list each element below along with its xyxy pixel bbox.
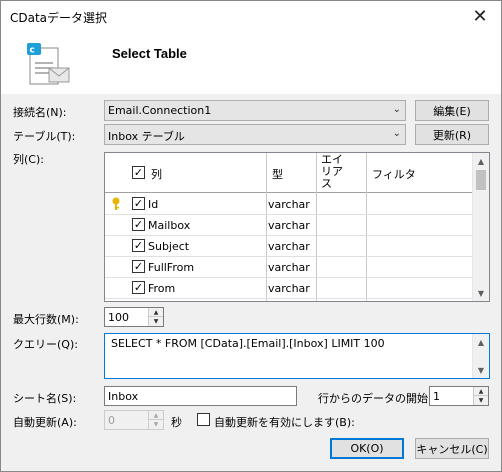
max-rows-value: 100: [108, 311, 129, 324]
row-checkbox[interactable]: ✓: [132, 197, 145, 210]
seconds-unit: 秒: [171, 416, 182, 429]
auto-refresh-label: 自動更新(A):: [13, 416, 77, 429]
auto-refresh-enable-label: 自動更新を有効にします(B):: [214, 416, 355, 429]
ok-button[interactable]: OK(O): [330, 438, 404, 459]
connection-value: Email.Connection1: [108, 104, 212, 117]
cancel-button[interactable]: キャンセル(C): [415, 438, 489, 459]
start-row-value: 1: [433, 390, 440, 403]
sheet-name-value: Inbox: [108, 390, 139, 403]
scroll-up-icon[interactable]: ▲: [473, 334, 489, 350]
spin-down-icon[interactable]: ▼: [474, 396, 488, 405]
scroll-down-icon[interactable]: ▼: [473, 285, 489, 301]
query-text: SELECT * FROM [CData].[Email].[Inbox] LI…: [111, 337, 385, 350]
row-type: varchar: [268, 219, 310, 232]
row-column-name: Subject: [148, 240, 190, 253]
sheet-name-input[interactable]: Inbox: [104, 386, 297, 406]
dialog-header: c Select Table: [1, 32, 501, 94]
grid-scrollbar[interactable]: ▲ ▼: [472, 153, 489, 301]
spin-up-icon: ▲: [149, 411, 163, 420]
table-row[interactable]: ✓ Id varchar: [105, 194, 473, 215]
row-checkbox[interactable]: ✓: [132, 239, 145, 252]
row-checkbox[interactable]: ✓: [132, 281, 145, 294]
row-column-name: From: [148, 282, 176, 295]
start-row-label: 行からのデータの開始: [318, 392, 428, 405]
row-column-name: Id: [148, 198, 159, 211]
grid-header: ✓ 列 型 エイリアス フィルタ: [105, 153, 473, 193]
close-button[interactable]: ✕: [463, 1, 497, 31]
auto-refresh-checkbox[interactable]: [197, 413, 210, 426]
connection-label: 接続名(N):: [13, 106, 67, 119]
scroll-thumb[interactable]: [476, 170, 486, 190]
table-select[interactable]: Inbox テーブル ⌄: [104, 124, 406, 145]
max-rows-stepper[interactable]: 100 ▲ ▼: [104, 307, 164, 327]
header-alias: エイリアス: [321, 153, 343, 190]
spin-down-icon: ▼: [153, 421, 159, 428]
query-label: クエリー(Q):: [13, 338, 78, 351]
table-row[interactable]: ✓ Mailbox varchar: [105, 215, 473, 236]
query-scrollbar[interactable]: ▲ ▼: [472, 334, 489, 378]
scroll-down-icon[interactable]: ▼: [473, 362, 489, 378]
select-all-checkbox[interactable]: ✓: [132, 166, 145, 179]
columns-label: 列(C):: [13, 153, 44, 166]
connection-select[interactable]: Email.Connection1 ⌄: [104, 100, 406, 121]
spin-up-icon[interactable]: ▲: [149, 308, 163, 317]
header-column: 列: [151, 168, 162, 181]
auto-refresh-spin: ▲ ▼: [148, 411, 163, 429]
auto-refresh-value: 0: [108, 414, 115, 427]
window-title: CDataデータ選択: [10, 11, 108, 25]
query-textarea[interactable]: SELECT * FROM [CData].[Email].[Inbox] LI…: [104, 333, 490, 379]
max-rows-label: 最大行数(M):: [13, 313, 79, 326]
table-row[interactable]: ✓ From varchar: [105, 278, 473, 299]
table-label: テーブル(T):: [13, 130, 76, 143]
chevron-down-icon: ⌄: [392, 104, 401, 115]
edit-connection-button[interactable]: 編集(E): [415, 100, 489, 121]
row-column-name: Mailbox: [148, 219, 191, 232]
svg-text:c: c: [30, 46, 35, 56]
scroll-up-icon[interactable]: ▲: [473, 153, 489, 169]
row-column-name: FullFrom: [148, 261, 195, 274]
start-row-stepper[interactable]: 1 ▲ ▼: [429, 386, 489, 406]
spin-down-icon[interactable]: ▼: [149, 317, 163, 326]
header-filter: フィルタ: [372, 168, 416, 181]
row-type: varchar: [268, 261, 310, 274]
table-row[interactable]: ✓ FullFrom varchar: [105, 257, 473, 278]
table-row[interactable]: ✓ Subject varchar: [105, 236, 473, 257]
row-type: varchar: [268, 240, 310, 253]
row-checkbox[interactable]: ✓: [132, 260, 145, 273]
start-row-spin[interactable]: ▲ ▼: [473, 387, 488, 405]
sheet-label: シート名(S):: [13, 392, 77, 405]
spin-up-icon[interactable]: ▲: [474, 387, 488, 396]
row-checkbox[interactable]: ✓: [132, 218, 145, 231]
key-icon: [112, 197, 120, 210]
table-value: Inbox テーブル: [108, 130, 185, 143]
columns-grid[interactable]: ✓ 列 型 エイリアス フィルタ ✓ Id varchar ✓ Mailbox …: [104, 152, 490, 302]
chevron-down-icon: ⌄: [392, 128, 401, 139]
auto-refresh-stepper: 0 ▲ ▼: [104, 410, 164, 430]
document-mail-icon: c: [27, 43, 70, 85]
title-bar: CDataデータ選択 ✕: [1, 1, 501, 32]
dialog-heading: Select Table: [112, 46, 187, 61]
header-type: 型: [272, 168, 283, 181]
max-rows-spin[interactable]: ▲ ▼: [148, 308, 163, 326]
refresh-button[interactable]: 更新(R): [415, 124, 489, 145]
row-type: varchar: [268, 198, 310, 211]
row-type: varchar: [268, 282, 310, 295]
dialog-window: CDataデータ選択 ✕ c Select Table 接続名(N): Emai…: [0, 0, 502, 472]
